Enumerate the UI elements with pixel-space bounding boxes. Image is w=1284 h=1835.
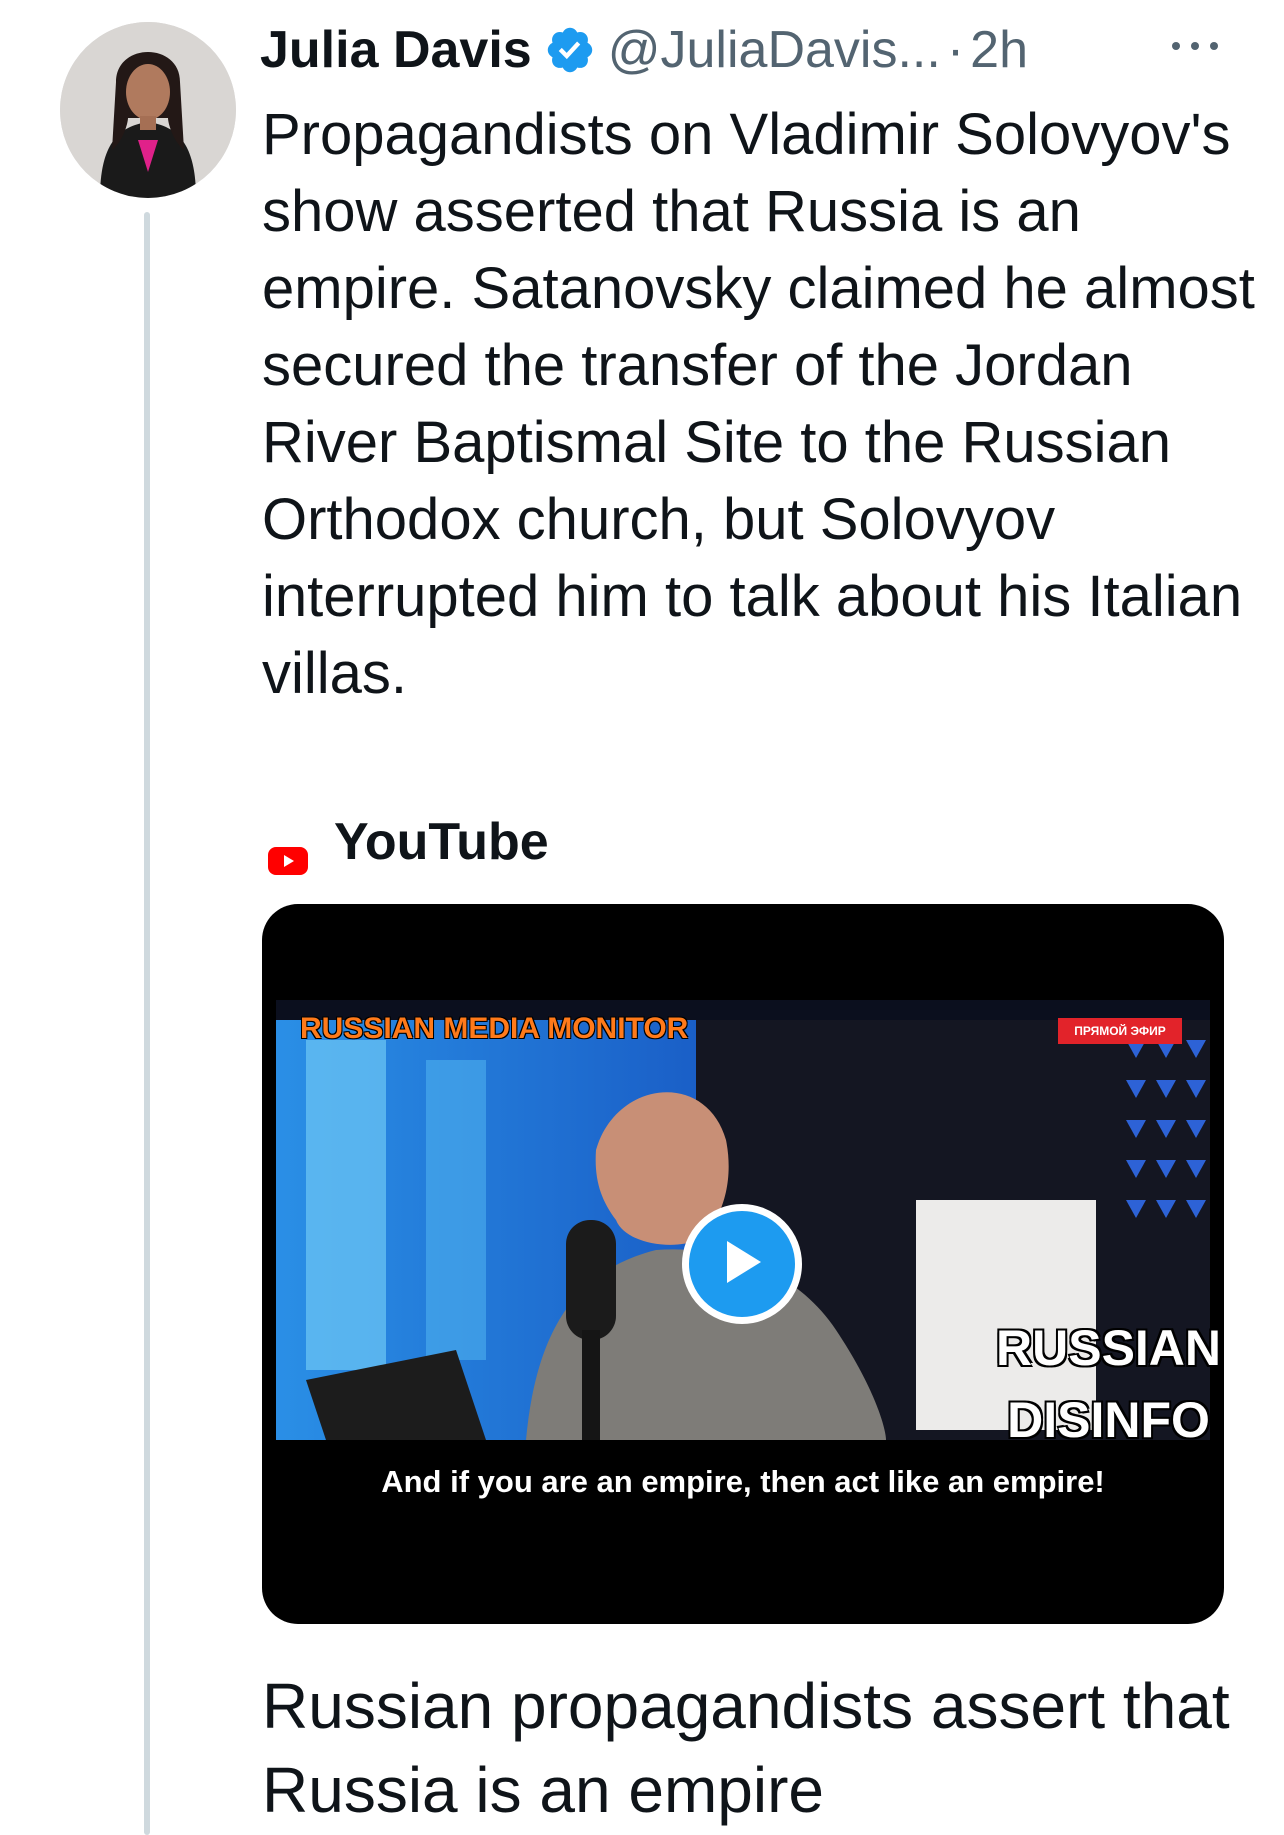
tweet-header: Julia Davis @JuliaDavis... · 2h <box>260 18 1028 82</box>
badge-line-2: DISINFO <box>996 1384 1221 1456</box>
badge-line-1: RUSSIAN <box>996 1312 1221 1384</box>
russian-disinfo-badge: RUSSIAN DISINFO <box>996 1312 1221 1456</box>
play-button[interactable] <box>682 1204 802 1324</box>
thread-line <box>144 212 150 1835</box>
header-separator: · <box>946 21 965 79</box>
link-source-label: YouTube <box>334 813 549 871</box>
link-card-title[interactable]: Russian propagandists assert that Russia… <box>262 1664 1242 1832</box>
author-handle[interactable]: @JuliaDavis... <box>608 20 941 80</box>
live-badge: ПРЯМОЙ ЭФИР <box>1058 1018 1182 1044</box>
more-icon[interactable] <box>1168 34 1222 58</box>
verified-badge-icon <box>544 24 596 76</box>
tweet-timestamp[interactable]: 2h <box>970 20 1028 80</box>
video-thumbnail[interactable]: RUSSIAN MEDIA MONITOR ПРЯМОЙ ЭФИР RUSSIA… <box>262 904 1224 1624</box>
avatar-photo <box>60 22 236 198</box>
avatar[interactable] <box>60 22 236 198</box>
author-name[interactable]: Julia Davis <box>260 20 532 80</box>
video-subtitle: And if you are an empire, then act like … <box>381 1464 1105 1499</box>
play-icon <box>719 1237 765 1292</box>
link-source[interactable]: YouTube <box>268 808 549 876</box>
tweet-text: Propagandists on Vladimir Solovyov's sho… <box>262 102 1255 706</box>
video-overlay-title: RUSSIAN MEDIA MONITOR <box>300 1012 689 1045</box>
youtube-icon <box>268 828 308 875</box>
